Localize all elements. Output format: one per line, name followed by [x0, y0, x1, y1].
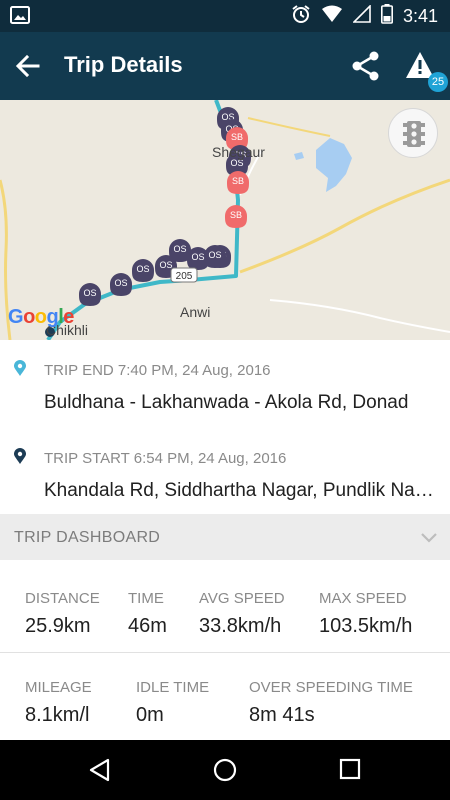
trip-start-address: Khandala Rd, Siddhartha Nagar, Pundlik N…: [44, 480, 436, 501]
stat-max-speed: MAX SPEED 103.5km/h: [319, 590, 413, 637]
status-bar: 3:41: [0, 0, 450, 32]
section-title: TRIP DASHBOARD: [14, 529, 161, 546]
location-pin-icon: [14, 360, 26, 381]
svg-text:SB: SB: [232, 176, 244, 186]
chevron-down-icon[interactable]: [420, 528, 438, 551]
image-icon: [10, 6, 30, 29]
svg-text:OS: OS: [173, 244, 186, 254]
google-logo: Google: [8, 306, 74, 328]
battery-icon: [380, 3, 393, 29]
traffic-toggle-button[interactable]: [388, 108, 438, 158]
trip-end-address: Buldhana - Lakhanwada - Akola Rd, Donad: [44, 392, 409, 413]
trip-end-row[interactable]: TRIP END 7:40 PM, 24 Aug, 2016 Buldhana …: [0, 340, 450, 428]
back-arrow-icon[interactable]: [14, 52, 42, 80]
svg-text:205: 205: [176, 271, 193, 282]
app-bar: Trip Details 25: [0, 32, 450, 100]
wifi-icon: [321, 5, 343, 28]
stat-avg-speed: AVG SPEED 33.8km/h: [199, 590, 285, 637]
svg-text:SB: SB: [230, 210, 242, 220]
traffic-light-icon: [403, 121, 425, 147]
os-marker[interactable]: OS: [79, 283, 101, 306]
sb-marker[interactable]: SB: [227, 171, 249, 194]
svg-text:SB: SB: [231, 132, 243, 142]
system-nav-bar: [0, 740, 450, 800]
svg-text:OS: OS: [159, 260, 172, 270]
nav-home-icon[interactable]: [213, 758, 237, 787]
svg-text:OS: OS: [208, 250, 221, 260]
stat-over-speeding-time: OVER SPEEDING TIME 8m 41s: [249, 679, 413, 726]
svg-text:OS: OS: [136, 264, 149, 274]
svg-text:OS: OS: [114, 278, 127, 288]
stat-mileage: MILEAGE 8.1km/l: [25, 679, 92, 726]
location-pin-icon: [14, 448, 26, 469]
trip-end-time: TRIP END 7:40 PM, 24 Aug, 2016: [44, 362, 271, 379]
stat-time: TIME 46m: [128, 590, 167, 637]
status-clock: 3:41: [402, 5, 438, 26]
stat-distance: DISTANCE 25.9km: [25, 590, 100, 637]
map-label-town: Shegaur: [212, 144, 265, 160]
trip-start-row[interactable]: TRIP START 6:54 PM, 24 Aug, 2016 Khandal…: [0, 428, 450, 514]
os-marker[interactable]: OS: [132, 259, 154, 282]
trip-map[interactable]: OS OS SB OS OS SB SB OS OS OS OS OS OS O…: [0, 100, 450, 340]
os-marker[interactable]: OS: [110, 273, 132, 296]
road-shield-icon: 205: [170, 267, 198, 283]
nav-back-icon[interactable]: [88, 758, 112, 787]
trip-start-time: TRIP START 6:54 PM, 24 Aug, 2016: [44, 450, 287, 467]
page-title: Trip Details: [64, 52, 183, 77]
map-label-town: Anwi: [180, 304, 211, 320]
share-icon[interactable]: [350, 50, 382, 82]
alert-count-badge: 25: [428, 72, 448, 92]
sb-marker[interactable]: SB: [225, 205, 247, 228]
nav-recents-icon[interactable]: [339, 758, 361, 785]
divider: [0, 652, 450, 653]
signal-icon: [352, 3, 371, 28]
trip-dashboard-header[interactable]: TRIP DASHBOARD: [0, 514, 450, 560]
stat-idle-time: IDLE TIME 0m: [136, 679, 210, 726]
svg-text:OS: OS: [191, 252, 204, 262]
map-markers: OS OS SB OS OS SB SB OS OS OS OS OS OS O…: [45, 107, 251, 337]
svg-text:OS: OS: [83, 288, 96, 298]
alarm-icon: [291, 4, 311, 29]
